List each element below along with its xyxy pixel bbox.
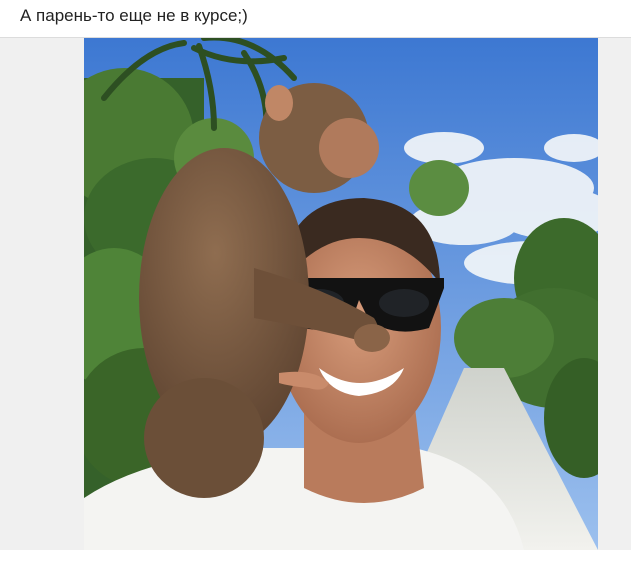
post-header: А парень-то еще не в курсе;) [0, 0, 631, 38]
post-body [0, 38, 631, 550]
post-photo[interactable] [84, 38, 598, 550]
photo-image [84, 38, 598, 550]
post-caption: А парень-то еще не в курсе;) [20, 6, 248, 25]
post-footer [0, 550, 631, 563]
